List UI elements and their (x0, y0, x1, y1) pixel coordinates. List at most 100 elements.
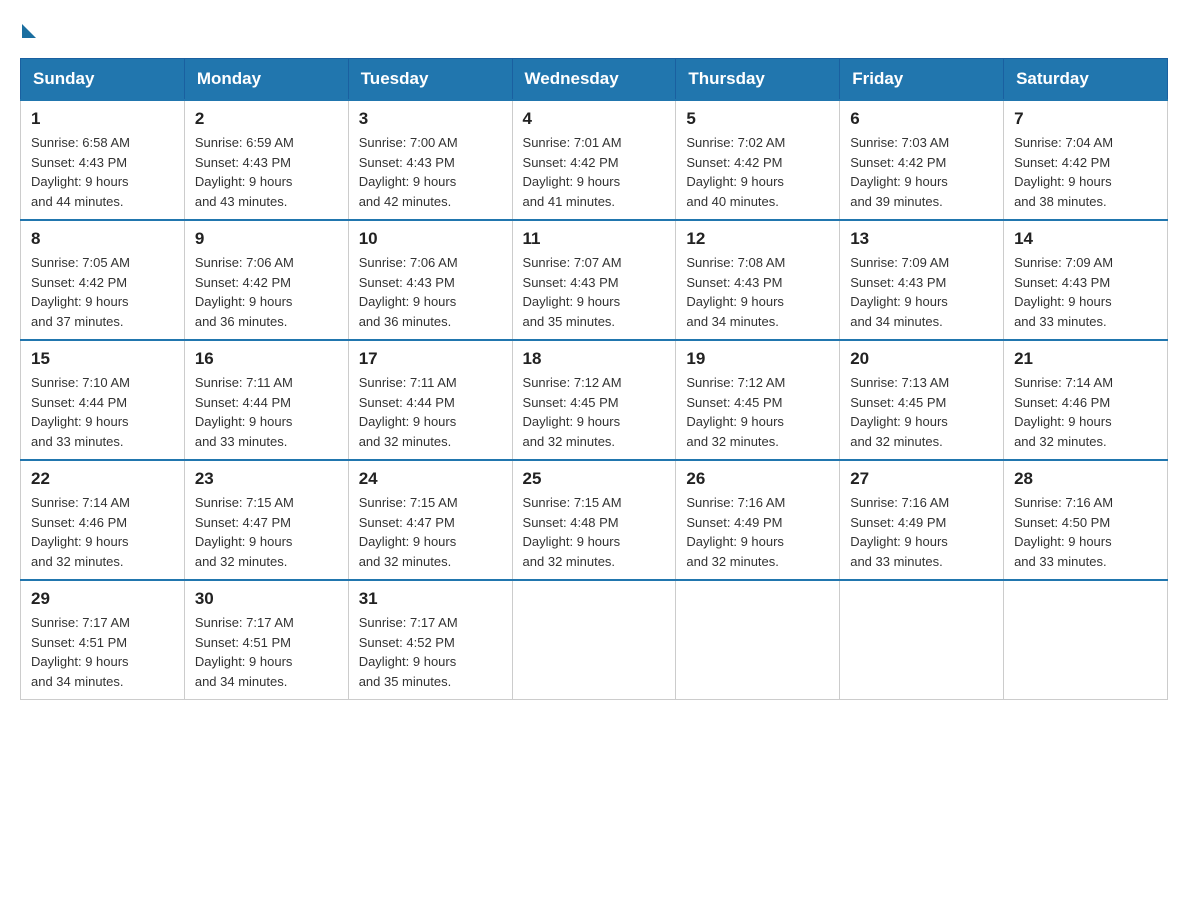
day-number: 24 (359, 469, 502, 489)
calendar-cell: 3Sunrise: 7:00 AMSunset: 4:43 PMDaylight… (348, 100, 512, 220)
day-number: 23 (195, 469, 338, 489)
weekday-header-wednesday: Wednesday (512, 59, 676, 101)
calendar-cell: 13 Sunrise: 7:09 AMSunset: 4:43 PMDayligh… (840, 220, 1004, 340)
day-info: Sunrise: 7:05 AMSunset: 4:42 PMDaylight:… (31, 253, 174, 331)
calendar-cell: 31 Sunrise: 7:17 AMSunset: 4:52 PMDayligh… (348, 580, 512, 700)
week-row-4: 22 Sunrise: 7:14 AMSunset: 4:46 PMDayligh… (21, 460, 1168, 580)
calendar-cell: 24 Sunrise: 7:15 AMSunset: 4:47 PMDayligh… (348, 460, 512, 580)
day-number: 8 (31, 229, 174, 249)
day-number: 13 (850, 229, 993, 249)
day-info: Sunrise: 7:14 AMSunset: 4:46 PMDaylight:… (1014, 373, 1157, 451)
day-info: Sunrise: 7:16 AMSunset: 4:49 PMDaylight:… (850, 493, 993, 571)
day-number: 21 (1014, 349, 1157, 369)
day-info: Sunrise: 7:03 AMSunset: 4:42 PMDaylight:… (850, 133, 993, 211)
day-number: 18 (523, 349, 666, 369)
day-info: Sunrise: 7:02 AMSunset: 4:42 PMDaylight:… (686, 133, 829, 211)
day-number: 3 (359, 109, 502, 129)
calendar-cell (840, 580, 1004, 700)
day-number: 11 (523, 229, 666, 249)
day-number: 12 (686, 229, 829, 249)
calendar-table: SundayMondayTuesdayWednesdayThursdayFrid… (20, 58, 1168, 700)
day-number: 7 (1014, 109, 1157, 129)
day-info: Sunrise: 7:12 AMSunset: 4:45 PMDaylight:… (523, 373, 666, 451)
day-info: Sunrise: 7:04 AMSunset: 4:42 PMDaylight:… (1014, 133, 1157, 211)
day-number: 28 (1014, 469, 1157, 489)
calendar-cell: 25Sunrise: 7:15 AMSunset: 4:48 PMDayligh… (512, 460, 676, 580)
day-number: 14 (1014, 229, 1157, 249)
calendar-cell: 28 Sunrise: 7:16 AMSunset: 4:50 PMDayligh… (1004, 460, 1168, 580)
weekday-header-tuesday: Tuesday (348, 59, 512, 101)
calendar-cell (676, 580, 840, 700)
day-info: Sunrise: 7:01 AMSunset: 4:42 PMDaylight:… (523, 133, 666, 211)
day-number: 17 (359, 349, 502, 369)
day-number: 19 (686, 349, 829, 369)
calendar-cell: 2 Sunrise: 6:59 AMSunset: 4:43 PMDaylight… (184, 100, 348, 220)
calendar-cell: 14 Sunrise: 7:09 AMSunset: 4:43 PMDayligh… (1004, 220, 1168, 340)
day-info: Sunrise: 7:15 AMSunset: 4:47 PMDaylight:… (359, 493, 502, 571)
calendar-cell: 16 Sunrise: 7:11 AMSunset: 4:44 PMDayligh… (184, 340, 348, 460)
day-info: Sunrise: 7:08 AMSunset: 4:43 PMDaylight:… (686, 253, 829, 331)
logo (20, 20, 36, 38)
day-number: 4 (523, 109, 666, 129)
day-info: Sunrise: 7:16 AMSunset: 4:50 PMDaylight:… (1014, 493, 1157, 571)
weekday-header-friday: Friday (840, 59, 1004, 101)
day-number: 1 (31, 109, 174, 129)
weekday-header-row: SundayMondayTuesdayWednesdayThursdayFrid… (21, 59, 1168, 101)
calendar-cell: 9Sunrise: 7:06 AMSunset: 4:42 PMDaylight… (184, 220, 348, 340)
day-number: 22 (31, 469, 174, 489)
day-info: Sunrise: 7:12 AMSunset: 4:45 PMDaylight:… (686, 373, 829, 451)
day-number: 16 (195, 349, 338, 369)
calendar-cell: 27Sunrise: 7:16 AMSunset: 4:49 PMDayligh… (840, 460, 1004, 580)
day-info: Sunrise: 7:17 AMSunset: 4:51 PMDaylight:… (31, 613, 174, 691)
calendar-cell (1004, 580, 1168, 700)
weekday-header-thursday: Thursday (676, 59, 840, 101)
weekday-header-sunday: Sunday (21, 59, 185, 101)
day-info: Sunrise: 7:09 AMSunset: 4:43 PMDaylight:… (1014, 253, 1157, 331)
day-number: 5 (686, 109, 829, 129)
calendar-cell: 7 Sunrise: 7:04 AMSunset: 4:42 PMDaylight… (1004, 100, 1168, 220)
day-info: Sunrise: 7:15 AMSunset: 4:48 PMDaylight:… (523, 493, 666, 571)
week-row-5: 29 Sunrise: 7:17 AMSunset: 4:51 PMDayligh… (21, 580, 1168, 700)
day-info: Sunrise: 7:17 AMSunset: 4:52 PMDaylight:… (359, 613, 502, 691)
calendar-cell: 20Sunrise: 7:13 AMSunset: 4:45 PMDayligh… (840, 340, 1004, 460)
day-info: Sunrise: 7:16 AMSunset: 4:49 PMDaylight:… (686, 493, 829, 571)
day-number: 15 (31, 349, 174, 369)
day-number: 31 (359, 589, 502, 609)
weekday-header-saturday: Saturday (1004, 59, 1168, 101)
calendar-cell: 8 Sunrise: 7:05 AMSunset: 4:42 PMDaylight… (21, 220, 185, 340)
day-info: Sunrise: 7:13 AMSunset: 4:45 PMDaylight:… (850, 373, 993, 451)
weekday-header-monday: Monday (184, 59, 348, 101)
day-info: Sunrise: 6:59 AMSunset: 4:43 PMDaylight:… (195, 133, 338, 211)
day-number: 6 (850, 109, 993, 129)
week-row-3: 15 Sunrise: 7:10 AMSunset: 4:44 PMDayligh… (21, 340, 1168, 460)
day-info: Sunrise: 7:07 AMSunset: 4:43 PMDaylight:… (523, 253, 666, 331)
day-info: Sunrise: 7:14 AMSunset: 4:46 PMDaylight:… (31, 493, 174, 571)
calendar-cell: 22 Sunrise: 7:14 AMSunset: 4:46 PMDayligh… (21, 460, 185, 580)
day-number: 29 (31, 589, 174, 609)
calendar-cell: 10 Sunrise: 7:06 AMSunset: 4:43 PMDayligh… (348, 220, 512, 340)
calendar-cell: 5 Sunrise: 7:02 AMSunset: 4:42 PMDaylight… (676, 100, 840, 220)
calendar-cell: 29 Sunrise: 7:17 AMSunset: 4:51 PMDayligh… (21, 580, 185, 700)
day-info: Sunrise: 7:11 AMSunset: 4:44 PMDaylight:… (359, 373, 502, 451)
day-info: Sunrise: 7:10 AMSunset: 4:44 PMDaylight:… (31, 373, 174, 451)
day-info: Sunrise: 7:06 AMSunset: 4:43 PMDaylight:… (359, 253, 502, 331)
calendar-cell: 19 Sunrise: 7:12 AMSunset: 4:45 PMDayligh… (676, 340, 840, 460)
week-row-1: 1 Sunrise: 6:58 AMSunset: 4:43 PMDaylight… (21, 100, 1168, 220)
day-info: Sunrise: 6:58 AMSunset: 4:43 PMDaylight:… (31, 133, 174, 211)
page-header (20, 20, 1168, 38)
day-info: Sunrise: 7:11 AMSunset: 4:44 PMDaylight:… (195, 373, 338, 451)
calendar-cell: 6 Sunrise: 7:03 AMSunset: 4:42 PMDaylight… (840, 100, 1004, 220)
calendar-cell: 18 Sunrise: 7:12 AMSunset: 4:45 PMDayligh… (512, 340, 676, 460)
calendar-cell: 21 Sunrise: 7:14 AMSunset: 4:46 PMDayligh… (1004, 340, 1168, 460)
day-number: 26 (686, 469, 829, 489)
day-number: 10 (359, 229, 502, 249)
calendar-cell: 4 Sunrise: 7:01 AMSunset: 4:42 PMDaylight… (512, 100, 676, 220)
day-info: Sunrise: 7:09 AMSunset: 4:43 PMDaylight:… (850, 253, 993, 331)
calendar-cell: 11 Sunrise: 7:07 AMSunset: 4:43 PMDayligh… (512, 220, 676, 340)
calendar-cell: 26 Sunrise: 7:16 AMSunset: 4:49 PMDayligh… (676, 460, 840, 580)
day-number: 2 (195, 109, 338, 129)
logo-arrow-icon (22, 24, 36, 38)
calendar-cell: 30Sunrise: 7:17 AMSunset: 4:51 PMDayligh… (184, 580, 348, 700)
calendar-cell: 12 Sunrise: 7:08 AMSunset: 4:43 PMDayligh… (676, 220, 840, 340)
calendar-cell: 1 Sunrise: 6:58 AMSunset: 4:43 PMDaylight… (21, 100, 185, 220)
